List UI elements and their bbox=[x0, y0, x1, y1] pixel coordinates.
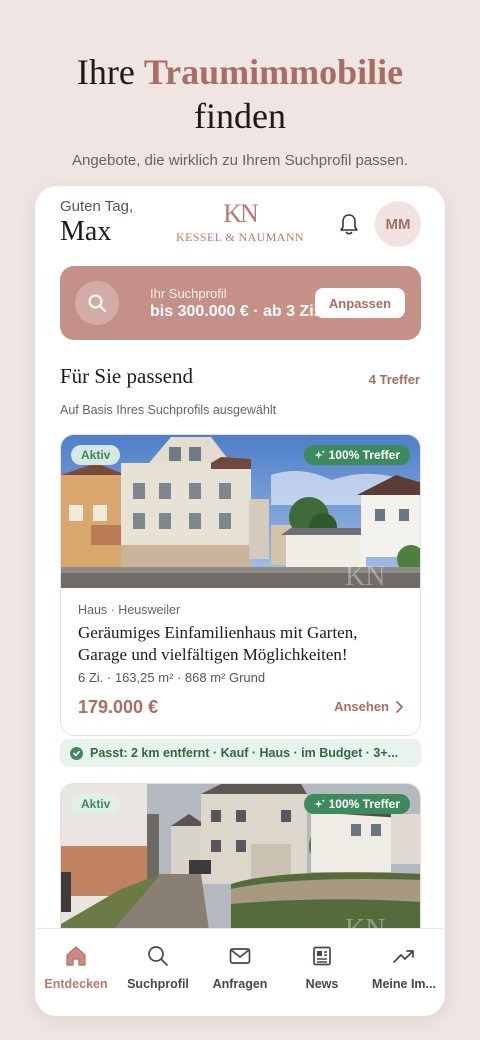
home-icon bbox=[66, 946, 86, 966]
section-title: Für Sie passend bbox=[60, 364, 193, 388]
listing-price: 179.000 € bbox=[78, 697, 159, 717]
logo-text: KESSEL & NAUMANN bbox=[176, 230, 304, 244]
svg-text:KN: KN bbox=[345, 561, 385, 588]
status-badge: Aktiv bbox=[71, 445, 121, 465]
search-profile-label: Ihr Suchprofil bbox=[150, 286, 227, 301]
search-icon bbox=[148, 946, 168, 966]
mail-icon bbox=[229, 948, 251, 964]
sparkle-icon bbox=[314, 798, 325, 808]
search-profile-value: bis 300.000 € · ab 3 Zi. bbox=[150, 303, 319, 320]
view-listing-label: Ansehen bbox=[334, 699, 389, 714]
status-badge: Aktiv bbox=[71, 794, 121, 814]
view-listing-link[interactable]: Ansehen bbox=[334, 699, 403, 714]
brand-logo: KN KESSEL & NAUMANN bbox=[175, 200, 305, 245]
result-count[interactable]: 4 Treffer bbox=[369, 372, 420, 387]
greeting: Guten Tag, bbox=[60, 198, 134, 215]
hero-title: Ihre Traumimmobilie finden bbox=[0, 50, 480, 138]
username: Max bbox=[60, 216, 112, 247]
chevron-right-icon bbox=[396, 700, 403, 713]
tab-suchprofil[interactable]: Suchprofil bbox=[117, 929, 199, 1016]
bottom-tab-bar: Entdecken Suchprofil Anfragen News Meine… bbox=[35, 928, 445, 1016]
search-icon bbox=[88, 294, 106, 312]
tab-label: Suchprofil bbox=[127, 977, 189, 991]
hero-subtitle: Angebote, die wirklich zu Ihrem Suchprof… bbox=[71, 152, 408, 169]
newspaper-icon bbox=[313, 946, 331, 966]
app-screen: Guten Tag, Max KN KESSEL & NAUMANN MM Ih… bbox=[35, 186, 445, 1016]
tab-anfragen[interactable]: Anfragen bbox=[199, 929, 281, 1016]
search-profile-icon-wrap bbox=[75, 281, 119, 325]
listing-meta: 6 Zi. · 163,25 m² · 868 m² Grund bbox=[78, 670, 266, 685]
logo-mark: KN bbox=[223, 199, 259, 228]
listing-card[interactable]: KN Aktiv 100% Treffer Haus · Heusweiler … bbox=[60, 434, 421, 736]
hero-section: Ihre Traumimmobilie finden Angebote, die… bbox=[0, 50, 480, 169]
app-header: Guten Tag, Max KN KESSEL & NAUMANN MM bbox=[35, 186, 445, 266]
tab-news[interactable]: News bbox=[281, 929, 363, 1016]
bell-icon[interactable] bbox=[338, 212, 360, 236]
match-badge: 100% Treffer bbox=[303, 445, 410, 465]
search-profile-card[interactable]: Ihr Suchprofil bis 300.000 € · ab 3 Zi. … bbox=[60, 266, 421, 340]
hero-title-plain: Ihre bbox=[76, 52, 144, 92]
tab-label: Entdecken bbox=[44, 977, 108, 991]
match-reason-bar: Passt: 2 km entfernt · Kauf · Haus · im … bbox=[60, 739, 421, 767]
match-badge: 100% Treffer bbox=[303, 794, 410, 814]
tab-meine-immobilien[interactable]: Meine Im... bbox=[363, 929, 445, 1016]
match-badge-label: 100% Treffer bbox=[328, 797, 400, 811]
sparkle-icon bbox=[314, 449, 325, 459]
avatar[interactable]: MM bbox=[375, 201, 421, 247]
listing-category: Haus · Heusweiler bbox=[78, 603, 181, 617]
match-badge-label: 100% Treffer bbox=[328, 448, 400, 462]
tab-label: Meine Im... bbox=[372, 977, 436, 991]
trending-up-icon bbox=[393, 950, 414, 963]
section-subtitle: Auf Basis Ihres Suchprofils ausgewählt bbox=[60, 403, 277, 417]
check-circle-icon bbox=[70, 746, 83, 760]
adjust-search-button[interactable]: Anpassen bbox=[315, 288, 405, 318]
tab-label: Anfragen bbox=[212, 977, 268, 991]
hero-title-accent: Traumimmobilie bbox=[143, 52, 404, 92]
match-reason-text: Passt: 2 km entfernt · Kauf · Haus · im … bbox=[90, 746, 399, 760]
tab-label: News bbox=[305, 977, 339, 991]
listing-title[interactable]: Geräumiges Einfamilienhaus mit Garten, G… bbox=[78, 622, 408, 666]
listing-card[interactable]: KN Aktiv 100% Treffer bbox=[60, 783, 421, 943]
tab-entdecken[interactable]: Entdecken bbox=[35, 929, 117, 1016]
hero-title-line2: finden bbox=[194, 96, 286, 136]
